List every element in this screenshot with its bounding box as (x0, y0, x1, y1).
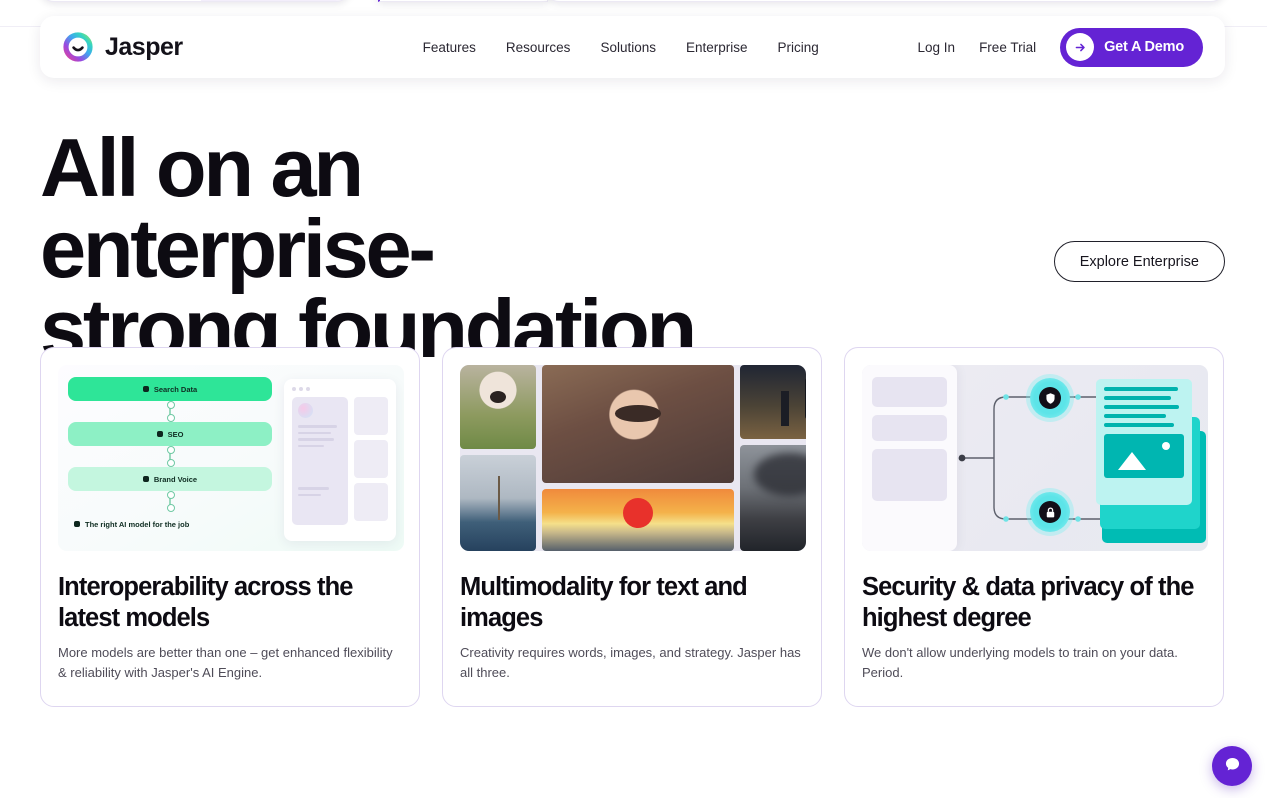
nav-link-features[interactable]: Features (423, 40, 476, 55)
brand[interactable]: Jasper (62, 31, 183, 63)
get-a-demo-button[interactable]: Get A Demo (1060, 27, 1203, 67)
mosaic-column-1 (460, 365, 536, 551)
previous-section-cutoff (0, 0, 1267, 4)
pill-label: The right AI model for the job (85, 519, 190, 529)
avatar (298, 403, 313, 418)
card-description: We don't allow underlying models to trai… (862, 645, 1178, 681)
hero-title-line-1: All on an enterprise- (40, 121, 436, 295)
nav-link-solutions[interactable]: Solutions (600, 40, 656, 55)
doc-front (1096, 379, 1192, 505)
card-security[interactable]: Security & data privacy of the highest d… (844, 347, 1224, 707)
cutoff-card-mid (378, 0, 548, 2)
pill-dot-icon (156, 431, 163, 437)
pill-dot-icon (142, 386, 149, 392)
page-title: All on an enterprise- strong foundation (40, 126, 740, 370)
tile-two-figures-photo (740, 365, 806, 439)
card-title: Security & data privacy of the highest d… (862, 573, 1194, 632)
pill-dot-icon (142, 476, 149, 482)
get-a-demo-label: Get A Demo (1104, 39, 1184, 55)
panel-sidebar (292, 397, 348, 525)
shield-icon (1039, 387, 1061, 409)
nav-link-resources[interactable]: Resources (506, 40, 571, 55)
model-pill-stack: Search Data SEO Brand Voice The right AI… (68, 377, 272, 536)
source-doc-panel (862, 365, 957, 551)
cutoff-card-left (40, 0, 350, 2)
mosaic-column-2 (542, 365, 734, 551)
output-documents (1088, 373, 1206, 543)
shield-node (1030, 378, 1070, 418)
login-link[interactable]: Log In (918, 40, 956, 55)
chat-widget-button[interactable] (1212, 746, 1252, 786)
page-root: Jasper Features Resources Solutions Ente… (0, 0, 1267, 798)
card-description: More models are better than one – get en… (58, 645, 393, 681)
pill-label: Search Data (153, 384, 198, 394)
jasper-smile-ring-logo-icon (62, 31, 94, 63)
lock-node (1030, 492, 1070, 532)
window-dots-icon (292, 387, 388, 391)
image-placeholder-icon (1104, 434, 1184, 478)
explore-enterprise-button[interactable]: Explore Enterprise (1053, 241, 1225, 282)
pill-right-ai-model: The right AI model for the job (68, 512, 272, 536)
pill-label: SEO (167, 429, 184, 439)
flow-connector (167, 446, 175, 467)
ai-image-mosaic-illustration (460, 365, 806, 551)
brand-name: Jasper (105, 32, 183, 61)
tile-geisha-portrait-photo (542, 365, 734, 483)
app-preview-panel (284, 379, 396, 541)
card-interoperability[interactable]: Search Data SEO Brand Voice The right AI… (40, 347, 420, 707)
feature-cards: Search Data SEO Brand Voice The right AI… (40, 347, 1225, 707)
card-description: Creativity requires words, images, and s… (460, 645, 801, 681)
nav-link-pricing[interactable]: Pricing (778, 40, 819, 55)
card-multimodality[interactable]: Multimodality for text and images Creati… (442, 347, 822, 707)
pill-dot-icon (74, 521, 80, 527)
chat-bubble-icon (1223, 755, 1242, 777)
lock-icon (1039, 501, 1061, 523)
mosaic-column-3 (740, 365, 806, 551)
model-routing-flow-illustration: Search Data SEO Brand Voice The right AI… (58, 365, 404, 551)
tile-sailing-ship-photo (460, 455, 536, 551)
tile-dog-photo (460, 365, 536, 449)
nav-right: Log In Free Trial Get A Demo (918, 27, 1203, 67)
cutoff-card-right (545, 0, 1225, 2)
flow-connector (167, 491, 175, 512)
pill-search-data: Search Data (68, 377, 272, 401)
nav-link-enterprise[interactable]: Enterprise (686, 40, 748, 55)
nav-links: Features Resources Solutions Enterprise … (423, 40, 819, 55)
arrow-right-icon (1066, 33, 1095, 61)
panel-content (354, 397, 388, 525)
hero-section: All on an enterprise- strong foundation … (40, 126, 1225, 370)
tile-sunset-ocean-photo (542, 489, 734, 551)
card-title: Interoperability across the latest model… (58, 573, 353, 632)
pill-brand-voice: Brand Voice (68, 467, 272, 491)
tile-storm-landscape-photo (740, 445, 806, 551)
free-trial-link[interactable]: Free Trial (979, 40, 1036, 55)
security-data-flow-illustration (862, 365, 1208, 551)
flow-connector (167, 401, 175, 422)
navbar: Jasper Features Resources Solutions Ente… (40, 16, 1225, 78)
pill-seo: SEO (68, 422, 272, 446)
card-title: Multimodality for text and images (460, 573, 748, 632)
pill-label: Brand Voice (153, 474, 198, 484)
